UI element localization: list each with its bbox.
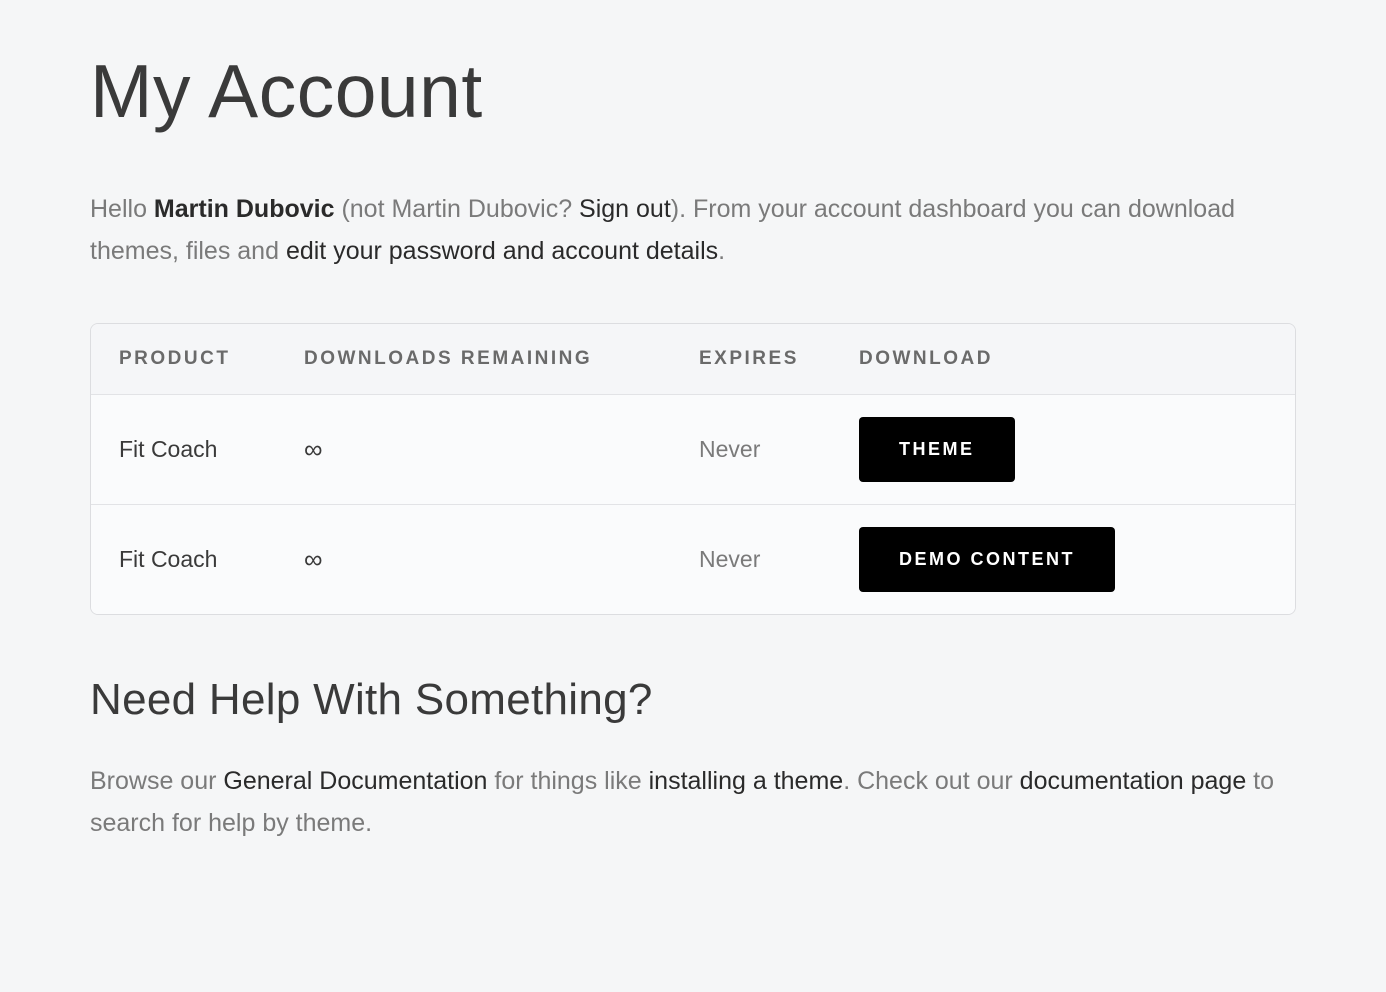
help-text-prefix: Browse our [90, 767, 223, 795]
header-product: PRODUCT [119, 348, 304, 370]
downloads-table: PRODUCT DOWNLOADS REMAINING EXPIRES DOWN… [90, 323, 1296, 615]
intro-paragraph: Hello Martin Dubovic (not Martin Dubovic… [90, 188, 1296, 273]
page-title: My Account [90, 50, 1296, 133]
download-demo-content-button[interactable]: DEMO CONTENT [859, 527, 1115, 592]
cell-expires: Never [699, 436, 859, 463]
not-user-prefix: (not Martin Dubovic? [335, 195, 580, 223]
help-text-mid1: for things like [487, 767, 648, 795]
sign-out-link[interactable]: Sign out [579, 195, 671, 223]
general-documentation-link[interactable]: General Documentation [223, 767, 487, 795]
cell-product: Fit Coach [119, 546, 304, 573]
cell-product: Fit Coach [119, 436, 304, 463]
cell-expires: Never [699, 546, 859, 573]
greeting-prefix: Hello [90, 195, 154, 223]
cell-downloads-remaining: ∞ [304, 544, 699, 575]
download-theme-button[interactable]: THEME [859, 417, 1015, 482]
table-row: Fit Coach ∞ Never THEME [91, 395, 1295, 505]
installing-theme-link[interactable]: installing a theme [649, 767, 844, 795]
user-name: Martin Dubovic [154, 195, 335, 223]
table-header-row: PRODUCT DOWNLOADS REMAINING EXPIRES DOWN… [91, 324, 1295, 395]
header-download: DOWNLOAD [859, 348, 1267, 370]
edit-account-link[interactable]: edit your password and account details [286, 237, 718, 265]
header-downloads-remaining: DOWNLOADS REMAINING [304, 348, 699, 370]
help-heading: Need Help With Something? [90, 675, 1296, 725]
documentation-page-link[interactable]: documentation page [1020, 767, 1247, 795]
table-row: Fit Coach ∞ Never DEMO CONTENT [91, 505, 1295, 614]
help-paragraph: Browse our General Documentation for thi… [90, 760, 1296, 845]
help-text-mid2: . Check out our [843, 767, 1019, 795]
cell-downloads-remaining: ∞ [304, 434, 699, 465]
intro-suffix: . [718, 237, 725, 265]
header-expires: EXPIRES [699, 348, 859, 370]
